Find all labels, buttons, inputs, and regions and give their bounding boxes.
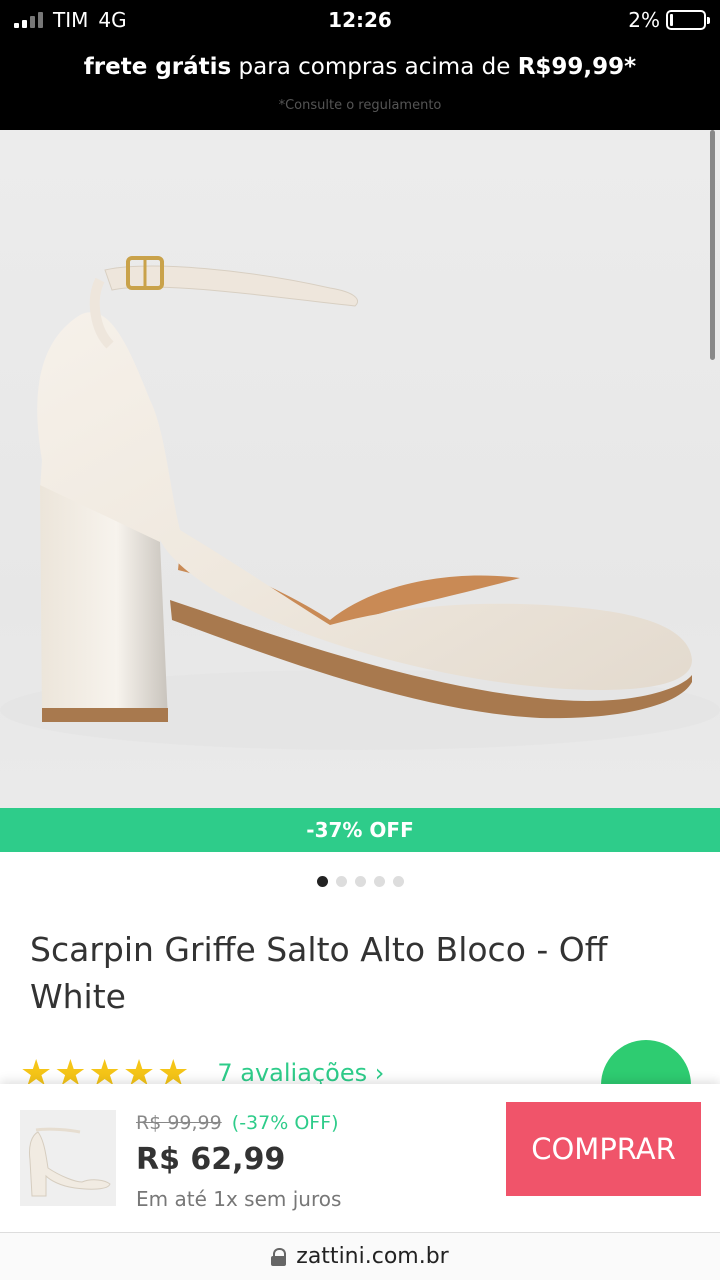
buy-bar: R$ 99,99 (-37% OFF) R$ 62,99 Em até 1x s… <box>0 1084 720 1232</box>
promo-note: *Consulte o regulamento <box>278 98 442 113</box>
old-price-discount: (-37% OFF) <box>231 1112 339 1134</box>
battery-icon <box>666 10 710 30</box>
product-thumbnail <box>20 1110 116 1206</box>
carousel-dot-4[interactable] <box>373 876 385 887</box>
promo-bold-end: R$99,99* <box>517 54 637 80</box>
lock-icon <box>271 1247 287 1266</box>
promo-bold-start: frete grátis <box>83 54 232 80</box>
page-scrollbar[interactable] <box>710 130 715 360</box>
shoe-illustration <box>0 256 720 750</box>
carousel-dot-1[interactable] <box>316 876 328 887</box>
thumbnail-shoe <box>29 1127 111 1197</box>
status-right: 2% <box>628 8 710 32</box>
carousel-dot-5[interactable] <box>392 876 404 887</box>
promo-middle: para compras acima de <box>231 54 518 80</box>
url-text: zattini.com.br <box>296 1244 449 1269</box>
current-price: R$ 62,99 <box>136 1142 286 1177</box>
carousel-dots[interactable] <box>0 876 720 887</box>
reviews-link[interactable]: 7 avaliações › <box>217 1059 384 1087</box>
battery-percent: 2% <box>628 8 660 32</box>
product-title: Scarpin Griffe Salto Alto Bloco - Off Wh… <box>30 930 608 1016</box>
free-shipping-banner[interactable]: frete grátis para compras acima de R$99,… <box>0 40 720 130</box>
old-price-row: R$ 99,99 (-37% OFF) <box>136 1112 339 1134</box>
carousel-dot-2[interactable] <box>335 876 347 887</box>
carousel-dot-3[interactable] <box>354 876 366 887</box>
product-image[interactable] <box>0 130 720 808</box>
clock: 12:26 <box>328 8 392 32</box>
old-price: R$ 99,99 <box>136 1112 222 1134</box>
discount-badge: -37% OFF <box>0 808 720 852</box>
promo-text: frete grátis para compras acima de R$99,… <box>0 54 720 80</box>
installments: Em até 1x sem juros <box>136 1187 342 1211</box>
browser-url-bar[interactable]: zattini.com.br <box>0 1232 720 1280</box>
status-bar: TIM 4G 12:26 2% <box>0 0 720 40</box>
buy-button[interactable]: COMPRAR <box>506 1102 701 1196</box>
